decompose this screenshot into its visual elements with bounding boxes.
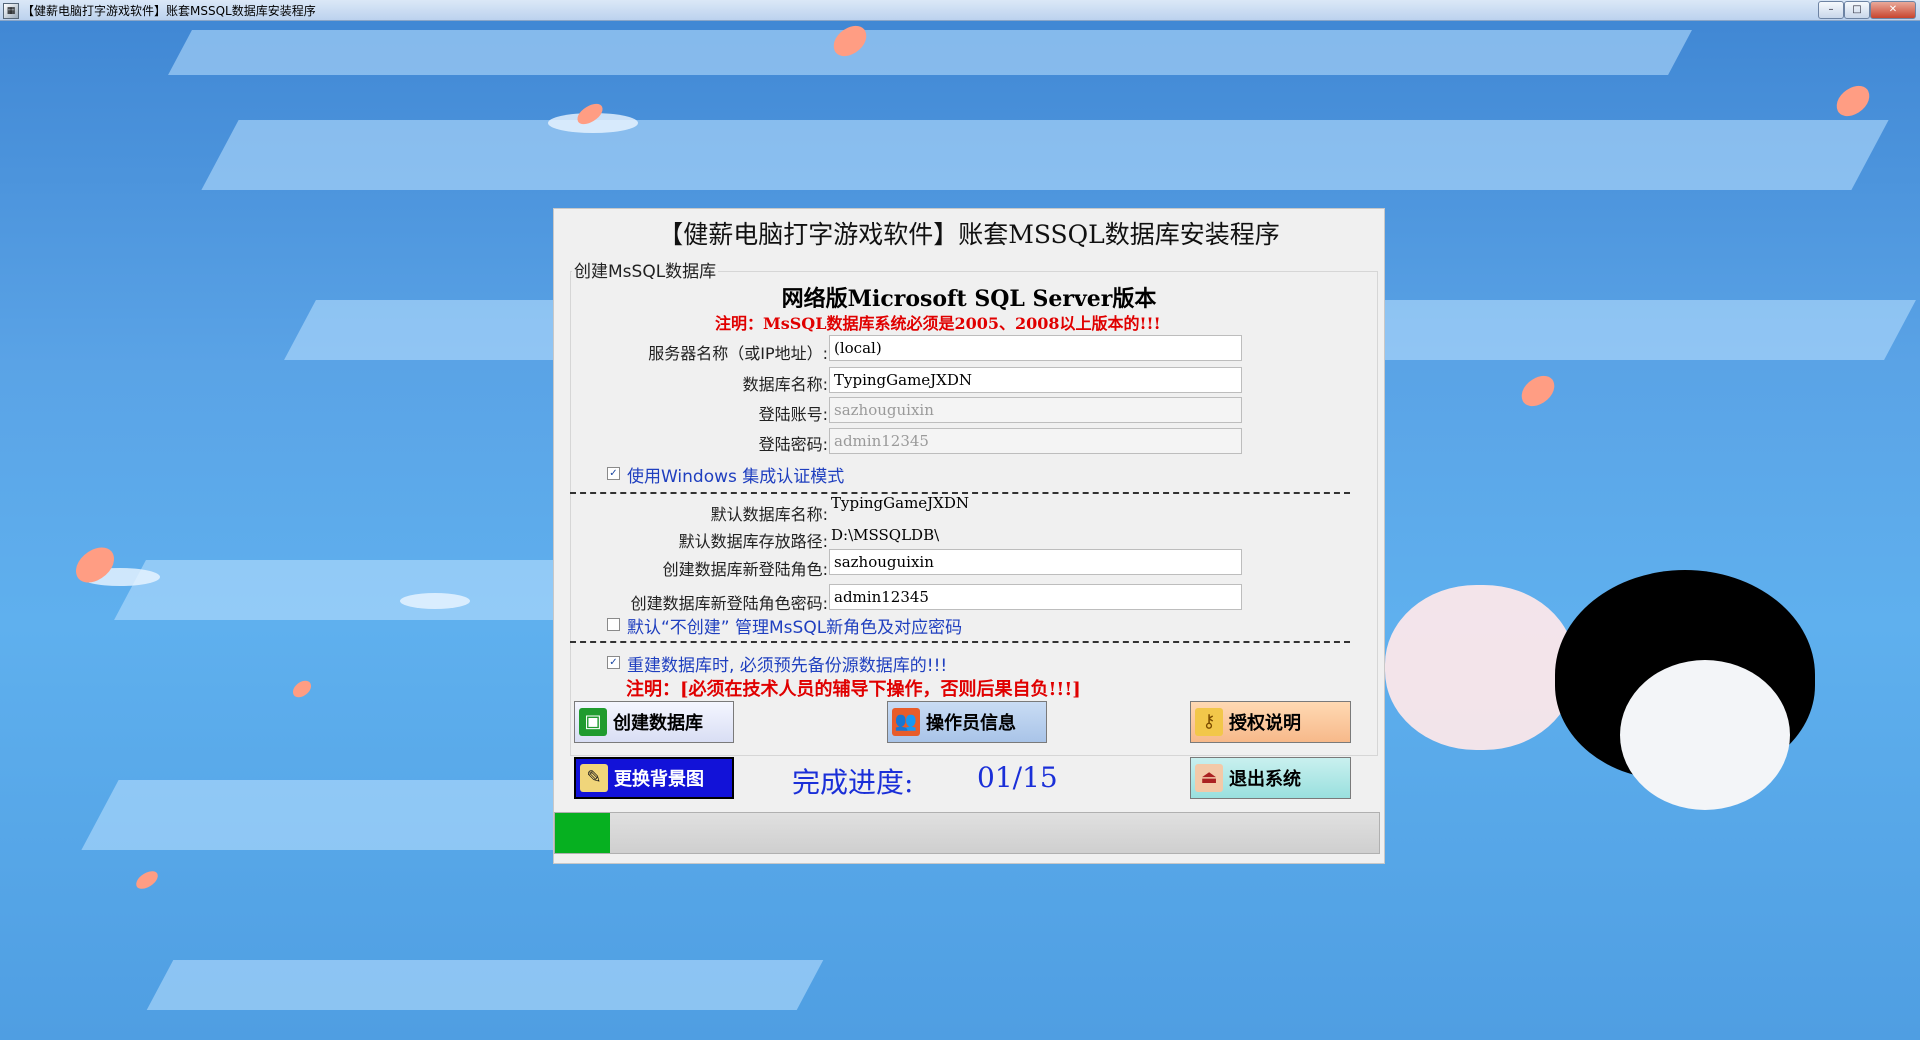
new-role-password-input[interactable]: admin12345 [829,584,1242,610]
bg-stripe [146,960,824,1010]
progress-value: 01/15 [977,761,1058,794]
change-background-button[interactable]: ✎ 更换背景图 [574,757,734,799]
operation-warning: 注明：[必须在技术人员的辅导下操作，否则后果自负!!!] [626,679,1081,700]
new-role-password-label: 创建数据库新登陆角色密码: [630,594,828,613]
new-role-label: 创建数据库新登陆角色: [662,560,828,579]
backup-checkbox[interactable]: ✓ [607,656,620,669]
default-db-path-value: D:\MSSQLDB\ [831,526,940,544]
server-label: 服务器名称（或IP地址）: [648,344,828,363]
users-icon: 👥 [892,708,920,736]
version-heading: 网络版Microsoft SQL Server版本 [781,286,1157,312]
create-database-button[interactable]: ▣ 创建数据库 [574,701,734,743]
backup-label[interactable]: 重建数据库时, 必须预先备份源数据库的!!! [627,651,947,676]
bg-petal [289,678,315,700]
version-notice: 注明：MsSQL数据库系统必须是2005、2008以上版本的!!! [715,314,1161,333]
database-input[interactable]: TypingGameJXDN [829,367,1242,393]
bg-petal [133,868,161,892]
no-create-role-checkbox[interactable] [607,618,620,631]
license-info-label: 授权说明 [1229,713,1301,734]
new-role-input[interactable]: sazhouguixin [829,549,1242,575]
picture-icon: ✎ [580,764,608,792]
installer-dialog: 【健薪电脑打字游戏软件】账套MSSQL数据库安装程序 创建MsSQL数据库 网络… [553,208,1385,864]
change-background-label: 更换背景图 [614,769,704,790]
exit-label: 退出系统 [1229,769,1301,790]
exit-icon: ⏏ [1195,764,1223,792]
maximize-button[interactable]: □ [1844,1,1870,19]
default-db-name-value: TypingGameJXDN [831,494,970,512]
license-info-button[interactable]: ⚷ 授权说明 [1190,701,1351,743]
create-database-label: 创建数据库 [613,713,703,734]
dialog-title: 【健薪电脑打字游戏软件】账套MSSQL数据库安装程序 [658,220,1280,249]
save-disk-icon: ▣ [579,708,607,736]
pink-pig-mascot [1385,585,1575,750]
bg-puddle [400,593,470,609]
operator-info-button[interactable]: 👥 操作员信息 [887,701,1047,743]
windows-auth-checkbox[interactable]: ✓ [607,467,620,480]
progress-bar [554,812,1380,854]
bg-stripe [168,30,1692,75]
database-label: 数据库名称: [742,375,828,394]
operator-info-label: 操作员信息 [926,713,1016,734]
black-pig-belly [1620,660,1790,810]
progress-bar-fill [555,813,611,853]
group-label: 创建MsSQL数据库 [572,257,719,282]
app-icon: ▦ [3,3,19,19]
no-create-role-label[interactable]: 默认“不创建” 管理MsSQL新角色及对应密码 [627,613,962,638]
close-button[interactable]: ✕ [1870,1,1916,19]
server-input[interactable]: (local) [829,335,1242,361]
password-label: 登陆密码: [758,435,828,454]
bg-petal [1516,371,1560,411]
exit-button[interactable]: ⏏ 退出系统 [1190,757,1351,799]
minimize-button[interactable]: – [1818,1,1844,19]
bg-stripe [201,120,1889,190]
window-title: 【健薪电脑打字游戏软件】账套MSSQL数据库安装程序 [22,4,316,18]
separator-2 [570,641,1350,643]
bg-petal [1831,81,1875,121]
window-titlebar: ▦ 【健薪电脑打字游戏软件】账套MSSQL数据库安装程序 – □ ✕ [0,0,1920,21]
login-input[interactable]: sazhouguixin [829,397,1242,423]
password-input[interactable]: admin12345 [829,428,1242,454]
default-db-name-label: 默认数据库名称: [710,505,828,524]
progress-label: 完成进度: [792,766,914,799]
login-label: 登陆账号: [758,405,828,424]
windows-auth-label[interactable]: 使用Windows 集成认证模式 [627,462,844,487]
default-db-path-label: 默认数据库存放路径: [678,532,828,551]
key-icon: ⚷ [1195,708,1223,736]
